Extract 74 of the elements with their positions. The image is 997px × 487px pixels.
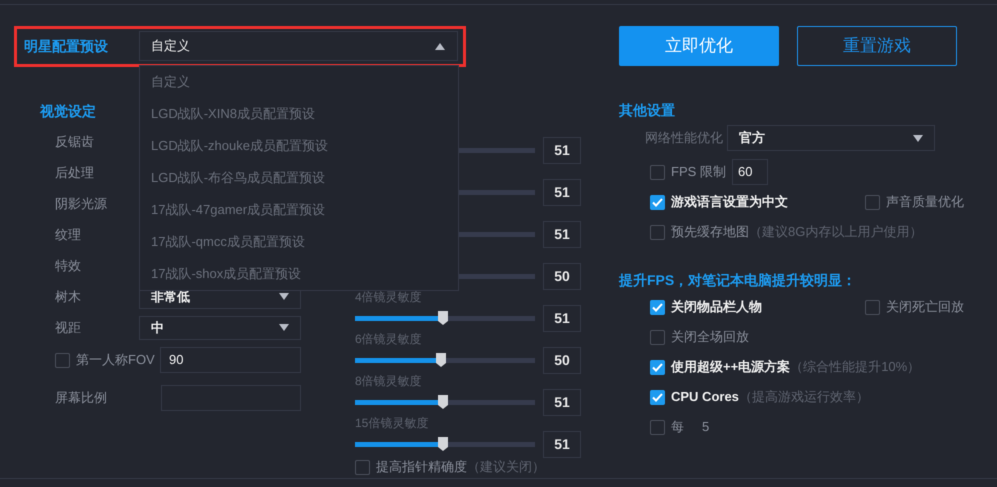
section-title: 其他设置 — [619, 101, 676, 120]
checkbox-label: 每 — [671, 418, 684, 436]
slider[interactable] — [355, 437, 535, 451]
setting-label: 阴影光源 — [55, 196, 107, 211]
slider-thumb[interactable] — [438, 395, 448, 409]
input-field[interactable]: 90 — [160, 347, 301, 373]
select-field[interactable]: 官方 — [727, 125, 935, 151]
hint-text: （综合性能提升10%） — [790, 358, 920, 376]
setting-label: 反锯齿 — [55, 134, 94, 149]
slider-thumb[interactable] — [438, 437, 448, 451]
checkbox-label: 使用超级++电源方案 — [671, 358, 790, 376]
slider-label: 4倍镜灵敏度 — [355, 289, 422, 306]
checkbox[interactable] — [650, 164, 665, 180]
checkbox-label: 预先缓存地图 — [671, 223, 749, 242]
setting-label: 视距 — [55, 320, 81, 335]
checkbox[interactable] — [355, 460, 370, 474]
checkbox[interactable] — [865, 300, 880, 314]
value-box[interactable]: 51 — [543, 388, 581, 416]
checkbox[interactable] — [650, 300, 665, 314]
setting-label: 网络性能优化 — [645, 130, 723, 146]
input-field[interactable]: 60 — [732, 159, 768, 185]
setting-label: 纹理 — [55, 226, 81, 242]
slider-thumb[interactable] — [436, 353, 446, 367]
checkbox[interactable] — [650, 390, 665, 404]
hint-text: （提高游戏运行效率） — [738, 388, 869, 406]
slider[interactable] — [355, 353, 535, 367]
checkbox[interactable] — [650, 330, 665, 344]
checkbox-label: 关闭死亡回放 — [886, 298, 964, 316]
setting-label: 后处理 — [55, 164, 94, 180]
section-title: 提升FPS，对笔记本电脑提升较明显： — [619, 271, 858, 290]
setting-label: 屏幕比例 — [55, 390, 107, 406]
checkbox[interactable] — [650, 360, 665, 374]
select-value: 官方 — [739, 129, 765, 148]
value-box[interactable]: 51 — [543, 304, 581, 332]
reset-button[interactable]: 重置游戏 — [797, 26, 957, 66]
hint-text: （建议8G内存以上用户使用） — [749, 223, 922, 242]
checkbox[interactable] — [650, 194, 665, 210]
section-title: 视觉设定 — [40, 102, 96, 121]
select-value: 中 — [151, 318, 164, 337]
value-box[interactable]: 50 — [543, 346, 581, 374]
checkbox[interactable] — [55, 352, 70, 368]
checkbox-label: FPS 限制 — [671, 163, 726, 182]
setting-label: 特效 — [55, 258, 81, 273]
checkbox-label: 提高指针精确度 — [376, 458, 467, 476]
slider[interactable] — [355, 395, 535, 409]
hint-text: （建议关闭） — [467, 458, 545, 476]
checkbox-label: 第一人称FOV — [76, 351, 155, 370]
slider-thumb[interactable] — [438, 311, 448, 325]
caret-icon — [279, 293, 289, 300]
caret-icon — [913, 134, 923, 142]
caret-icon — [435, 42, 445, 50]
checkbox-label: 关闭物品栏人物 — [671, 298, 762, 316]
slider-label: 6倍镜灵敏度 — [355, 331, 422, 348]
preset-label: 明星配置预设 — [23, 37, 109, 56]
value-box[interactable]: 51 — [543, 220, 581, 248]
value-box[interactable]: 51 — [543, 136, 581, 164]
checkbox-label: 游戏语言设置为中文 — [671, 193, 788, 212]
value-box[interactable]: 51 — [543, 178, 581, 206]
checkbox[interactable] — [650, 224, 665, 240]
checkbox-label: CPU Cores — [671, 388, 739, 406]
select-field[interactable]: 中 — [139, 316, 301, 340]
slider-label: 8倍镜灵敏度 — [355, 373, 422, 390]
value-box[interactable]: 51 — [543, 430, 581, 458]
select-value: 非常低 — [151, 288, 190, 306]
checkbox[interactable] — [865, 194, 880, 210]
value-text: 5 — [702, 418, 710, 436]
setting-label: 树木 — [55, 288, 81, 304]
caret-icon — [279, 324, 289, 331]
value-box[interactable]: 50 — [543, 262, 581, 290]
checkbox-label: 关闭全场回放 — [671, 328, 749, 346]
checkbox[interactable] — [650, 420, 665, 434]
slider-label: 15倍镜灵敏度 — [355, 415, 428, 432]
slider[interactable] — [355, 311, 535, 325]
checkbox-label: 声音质量优化 — [886, 193, 964, 212]
